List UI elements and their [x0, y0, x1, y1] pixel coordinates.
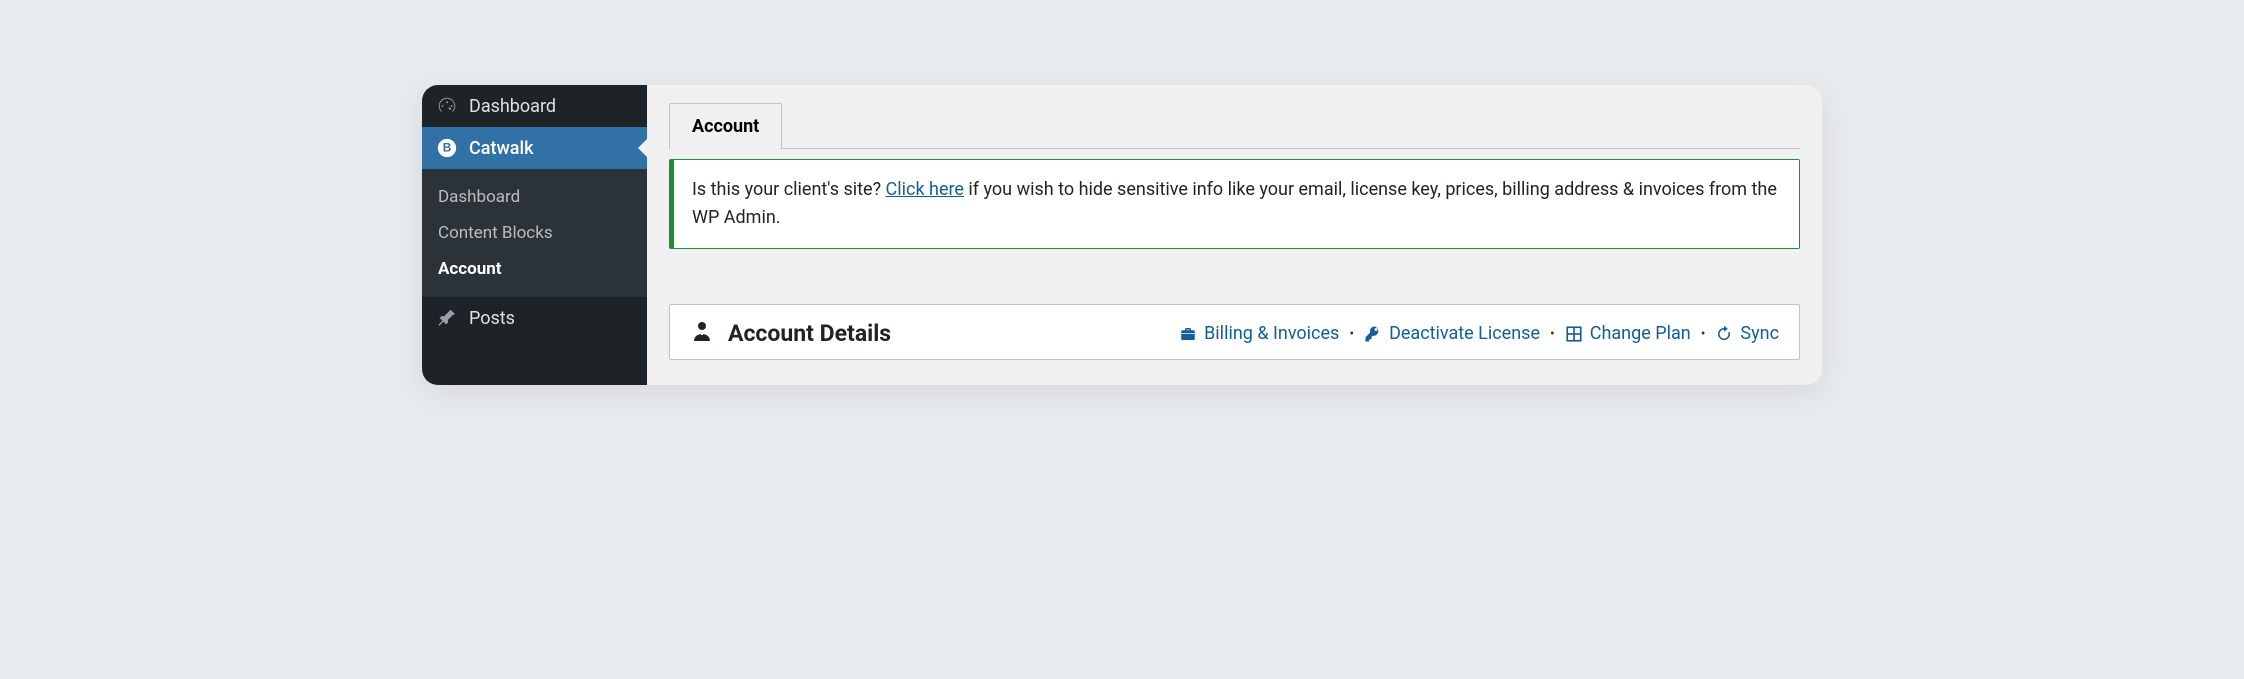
sidebar-subitem-dashboard[interactable]: Dashboard: [422, 179, 647, 215]
sync-icon: [1715, 325, 1733, 343]
notice-link[interactable]: Click here: [886, 179, 964, 200]
tab-underline: [669, 148, 1800, 149]
user-icon: [690, 319, 714, 349]
grid-icon: [1565, 325, 1583, 343]
panel-title-text: Account Details: [728, 320, 891, 347]
sidebar-item-label: Catwalk: [469, 138, 534, 159]
admin-frame: Dashboard B Catwalk Dashboard Content Bl…: [422, 85, 1822, 385]
account-details-panel: Account Details Billing & Invoices • Dea…: [669, 304, 1800, 360]
separator-dot: •: [1701, 326, 1706, 342]
plugin-icon: B: [436, 137, 458, 159]
key-icon: [1364, 325, 1382, 343]
sidebar-item-posts[interactable]: Posts: [422, 297, 647, 339]
notice-text-pre: Is this your client's site?: [692, 179, 886, 200]
tab-account[interactable]: Account: [669, 103, 782, 150]
sidebar-submenu: Dashboard Content Blocks Account: [422, 169, 647, 297]
panel-actions: Billing & Invoices • Deactivate License …: [1179, 323, 1779, 344]
action-deactivate[interactable]: Deactivate License: [1364, 323, 1540, 344]
sidebar-item-label: Posts: [469, 308, 515, 329]
briefcase-icon: [1179, 325, 1197, 343]
sidebar-subitem-label: Content Blocks: [438, 223, 553, 243]
admin-sidebar: Dashboard B Catwalk Dashboard Content Bl…: [422, 85, 647, 385]
tab-bar: Account: [669, 103, 1800, 149]
main-content: Account Is this your client's site? Clic…: [647, 85, 1822, 385]
sidebar-subitem-account[interactable]: Account: [422, 251, 647, 287]
pin-icon: [436, 307, 458, 329]
client-site-notice: Is this your client's site? Click here i…: [669, 159, 1800, 249]
sidebar-subitem-label: Dashboard: [438, 187, 520, 207]
sidebar-item-label: Dashboard: [469, 96, 556, 117]
action-sync[interactable]: Sync: [1715, 323, 1779, 344]
action-label: Deactivate License: [1389, 323, 1540, 344]
svg-text:B: B: [443, 141, 452, 155]
tab-label: Account: [692, 116, 759, 137]
separator-dot: •: [1550, 326, 1555, 342]
sidebar-item-dashboard[interactable]: Dashboard: [422, 85, 647, 127]
action-label: Change Plan: [1590, 323, 1691, 344]
separator-dot: •: [1349, 326, 1354, 342]
action-label: Billing & Invoices: [1204, 323, 1339, 344]
sidebar-item-plugin[interactable]: B Catwalk: [422, 127, 647, 169]
action-change-plan[interactable]: Change Plan: [1565, 323, 1691, 344]
action-billing[interactable]: Billing & Invoices: [1179, 323, 1339, 344]
sidebar-subitem-label: Account: [438, 259, 502, 279]
action-label: Sync: [1740, 323, 1779, 344]
panel-title: Account Details: [690, 319, 891, 349]
sidebar-subitem-content-blocks[interactable]: Content Blocks: [422, 215, 647, 251]
dashboard-icon: [436, 95, 458, 117]
